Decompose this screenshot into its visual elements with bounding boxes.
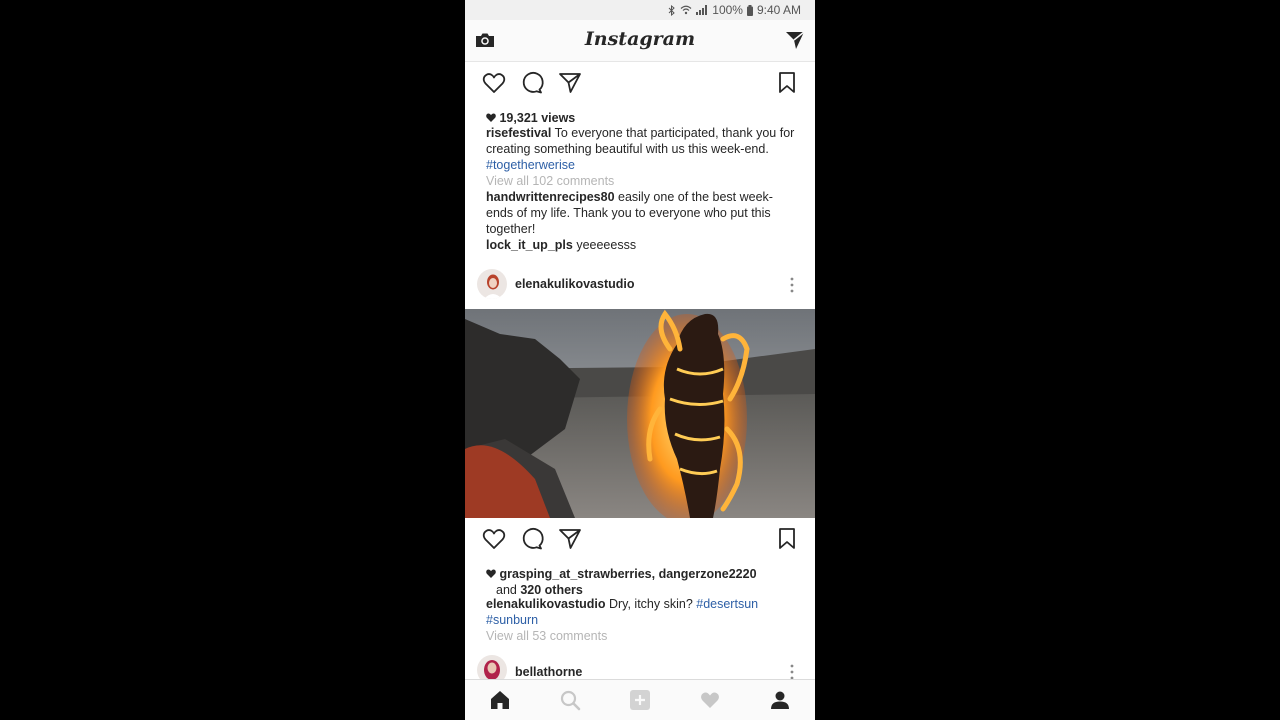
instagram-logo: Instagram — [584, 28, 696, 50]
more-options-icon[interactable] — [789, 662, 795, 679]
status-bar: 100% 9:40 AM — [465, 0, 815, 20]
likes-summary: grasping_at_strawberries, dangerzone2220 — [486, 566, 798, 582]
clock-time: 9:40 AM — [756, 3, 801, 17]
small-heart-icon — [486, 110, 496, 126]
post-username[interactable]: elenakulikovastudio — [515, 277, 634, 291]
battery-icon — [746, 4, 753, 16]
comment-item: handwrittenrecipes80 easily one of the b… — [486, 189, 798, 237]
likes-and-label: and — [496, 583, 521, 597]
battery-percent: 100% — [712, 3, 743, 17]
caption-username[interactable]: risefestival — [486, 126, 551, 140]
post-username[interactable]: bellathorne — [515, 665, 582, 679]
caption-text: Dry, itchy skin? — [605, 597, 697, 611]
caption-username[interactable]: elenakulikovastudio — [486, 597, 605, 611]
app-header: Instagram — [465, 20, 815, 62]
views-count: 19,321 views — [486, 110, 798, 126]
profile-icon[interactable] — [769, 689, 791, 711]
likes-others-link[interactable]: 320 others — [520, 583, 583, 597]
share-icon[interactable] — [557, 70, 583, 96]
heart-icon[interactable] — [481, 526, 507, 552]
view-all-comments-link[interactable]: View all 53 comments — [486, 628, 798, 644]
search-icon[interactable] — [559, 689, 581, 711]
heart-icon[interactable] — [481, 70, 507, 96]
bottom-navigation — [465, 679, 815, 720]
signal-icon — [696, 5, 708, 15]
post-header: bellathorne — [465, 650, 815, 679]
home-icon[interactable] — [489, 689, 511, 711]
bookmark-icon[interactable] — [774, 70, 800, 96]
bluetooth-icon — [668, 4, 676, 16]
comment-username[interactable]: lock_it_up_pls — [486, 238, 573, 252]
post2-caption: elenakulikovastudio Dry, itchy skin? #de… — [486, 596, 798, 628]
post-header: elenakulikovastudio — [465, 261, 815, 307]
avatar[interactable] — [477, 269, 507, 299]
view-all-comments-link[interactable]: View all 102 comments — [486, 173, 798, 189]
hashtag-link[interactable]: #sunburn — [486, 613, 538, 627]
direct-message-icon[interactable] — [784, 29, 806, 51]
more-options-icon[interactable] — [789, 275, 795, 295]
likers-names[interactable]: grasping_at_strawberries, dangerzone2220 — [499, 567, 756, 581]
post-actions — [465, 518, 815, 558]
comment-text: yeeeeesss — [572, 238, 637, 252]
hashtag-link[interactable]: #togetherwerise — [486, 158, 575, 172]
share-icon[interactable] — [557, 526, 583, 552]
phone-screen: 100% 9:40 AM Instagram 19,321 views rise… — [465, 0, 815, 720]
comment-username[interactable]: handwrittenrecipes80 — [486, 190, 615, 204]
comment-icon[interactable] — [519, 526, 545, 552]
wifi-icon — [680, 5, 692, 15]
views-label: 19,321 views — [499, 111, 576, 125]
hashtag-link[interactable]: #desertsun — [696, 597, 758, 611]
post-actions — [465, 62, 815, 102]
comment-item: lock_it_up_pls yeeeeesss — [486, 237, 798, 253]
add-icon[interactable] — [629, 689, 651, 711]
post-image[interactable] — [465, 309, 815, 518]
bookmark-icon[interactable] — [774, 526, 800, 552]
small-heart-icon — [486, 566, 496, 582]
avatar[interactable] — [477, 655, 507, 679]
comment-icon[interactable] — [519, 70, 545, 96]
activity-heart-icon[interactable] — [699, 689, 721, 711]
post1-caption: risefestival To everyone that participat… — [486, 125, 798, 173]
